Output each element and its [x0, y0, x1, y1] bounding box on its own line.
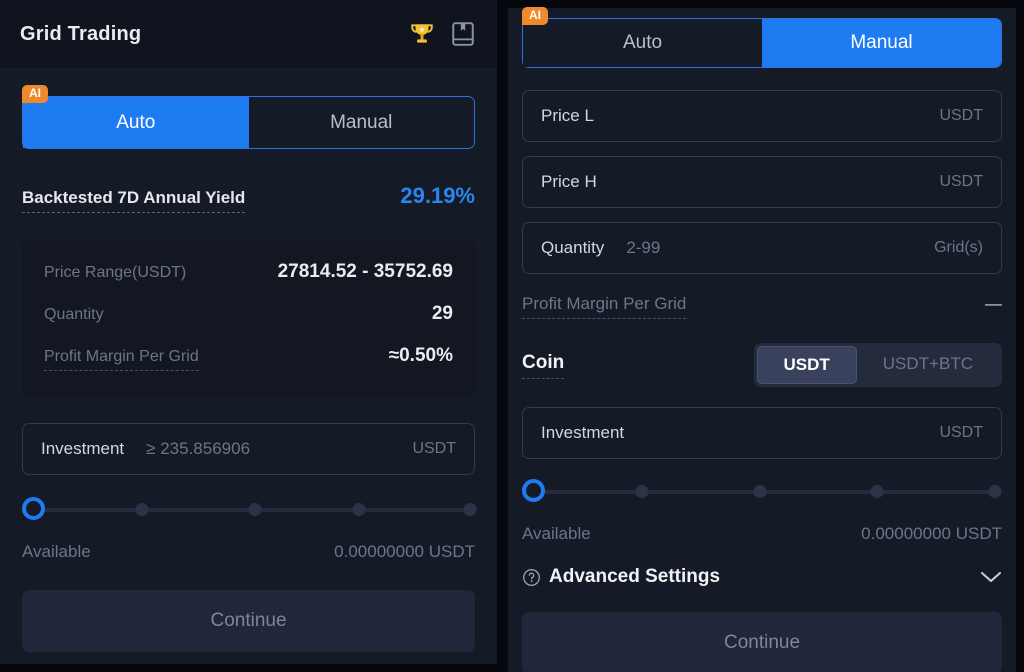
grid-trading-screen: Grid Trading AI Auto Manual Backtested 7… — [0, 0, 1024, 672]
quantity-unit: Grid(s) — [934, 239, 983, 256]
coin-option-usdt[interactable]: USDT — [756, 346, 857, 384]
price-high-unit: USDT — [939, 173, 983, 190]
trophy-icon[interactable] — [409, 21, 435, 47]
available-row: Available 0.00000000 USDT — [22, 542, 475, 562]
manual-book-icon[interactable] — [451, 21, 475, 47]
slider-tick-75-right[interactable] — [870, 485, 884, 498]
backtested-yield-label[interactable]: Backtested 7D Annual Yield — [22, 188, 246, 213]
tab-manual[interactable]: Manual — [248, 97, 474, 148]
advanced-settings-label: Advanced Settings — [549, 566, 721, 587]
quantity-input[interactable]: 2-99 — [626, 238, 934, 258]
price-high-label: Price H — [541, 172, 597, 191]
mode-toggle-right: AI Auto Manual — [522, 7, 1002, 68]
investment-label-right: Investment — [541, 423, 625, 442]
price-low-field[interactable]: Price L USDT — [522, 90, 1002, 142]
help-circle-icon[interactable] — [522, 568, 549, 587]
continue-button-right[interactable]: Continue — [522, 612, 1002, 672]
coin-label[interactable]: Coin — [522, 352, 565, 379]
coin-segmented-control: USDT USDT+BTC — [753, 343, 1002, 387]
slider-tick-50-right[interactable] — [753, 485, 767, 498]
slider-tick-100-right[interactable] — [988, 485, 1002, 498]
profit-margin-row: Profit Margin Per Grid — — [522, 294, 1002, 319]
backtested-yield-value: 29.19% — [400, 183, 475, 208]
investment-unit: USDT — [412, 440, 456, 457]
info-key-profit-margin[interactable]: Profit Margin Per Grid — [44, 348, 199, 371]
available-row-right: Available 0.00000000 USDT — [522, 524, 1002, 544]
slider-tick-25[interactable] — [135, 503, 149, 516]
panel-header: Grid Trading — [0, 0, 497, 68]
info-value-price-range: 27814.52 - 35752.69 — [277, 261, 453, 282]
available-label: Available — [22, 542, 91, 561]
quantity-label: Quantity — [541, 238, 605, 257]
coin-row: Coin USDT USDT+BTC — [522, 343, 1002, 387]
left-panel: Grid Trading AI Auto Manual Backtested 7… — [0, 0, 497, 664]
available-value-right: 0.00000000 USDT — [861, 524, 1002, 543]
slider-tick-25-right[interactable] — [635, 485, 649, 498]
page-title: Grid Trading — [20, 22, 142, 45]
ai-badge: AI — [22, 85, 48, 103]
profit-margin-label[interactable]: Profit Margin Per Grid — [522, 294, 687, 319]
info-key-quantity: Quantity — [44, 306, 104, 323]
investment-input[interactable]: ≥ 235.856906 — [146, 439, 412, 459]
info-key-price-range: Price Range(USDT) — [44, 264, 187, 281]
slider-tick-100[interactable] — [463, 503, 477, 516]
available-label-right: Available — [522, 524, 591, 543]
info-value-quantity: 29 — [431, 303, 453, 324]
price-low-label: Price L — [541, 106, 594, 125]
price-low-unit: USDT — [939, 107, 983, 124]
tab-auto-right[interactable]: Auto — [523, 19, 762, 67]
right-panel: AI Auto Manual Price L USDT Price H USDT… — [508, 7, 1016, 672]
mode-toggle: AI Auto Manual — [22, 85, 475, 149]
tab-manual-right[interactable]: Manual — [762, 19, 1001, 67]
left-panel-body: AI Auto Manual Backtested 7D Annual Yiel… — [0, 68, 497, 652]
tab-auto[interactable]: Auto — [23, 97, 249, 148]
info-row-profit-margin: Profit Margin Per Grid ≈0.50% — [44, 345, 453, 371]
investment-field[interactable]: Investment ≥ 235.856906 USDT — [22, 423, 475, 475]
slider-tick-50[interactable] — [248, 503, 262, 516]
info-value-profit-margin: ≈0.50% — [388, 345, 453, 366]
info-row-quantity: Quantity 29 — [44, 303, 453, 325]
coin-option-usdt-btc[interactable]: USDT+BTC — [857, 346, 999, 384]
price-high-field[interactable]: Price H USDT — [522, 156, 1002, 208]
quantity-field[interactable]: Quantity 2-99 Grid(s) — [522, 222, 1002, 274]
investment-slider[interactable] — [22, 497, 477, 523]
slider-handle-right[interactable] — [522, 479, 545, 502]
info-row-price-range: Price Range(USDT) 27814.52 - 35752.69 — [44, 261, 453, 283]
investment-unit-right: USDT — [939, 424, 983, 441]
available-value: 0.00000000 USDT — [334, 542, 475, 561]
investment-slider-right[interactable] — [522, 479, 1002, 505]
ai-badge-right: AI — [522, 7, 548, 25]
strategy-info-card: Price Range(USDT) 27814.52 - 35752.69 Qu… — [22, 239, 475, 397]
profit-margin-value: — — [985, 294, 1002, 313]
investment-field-right[interactable]: Investment USDT — [522, 407, 1002, 459]
slider-tick-75[interactable] — [352, 503, 366, 516]
investment-label: Investment — [41, 439, 125, 458]
advanced-settings-row[interactable]: Advanced Settings — [522, 566, 1002, 588]
slider-handle[interactable] — [22, 497, 45, 520]
chevron-down-icon[interactable] — [980, 570, 1002, 584]
backtested-yield-row: Backtested 7D Annual Yield 29.19% — [22, 183, 475, 213]
header-icon-group — [409, 21, 475, 47]
continue-button[interactable]: Continue — [22, 590, 475, 652]
